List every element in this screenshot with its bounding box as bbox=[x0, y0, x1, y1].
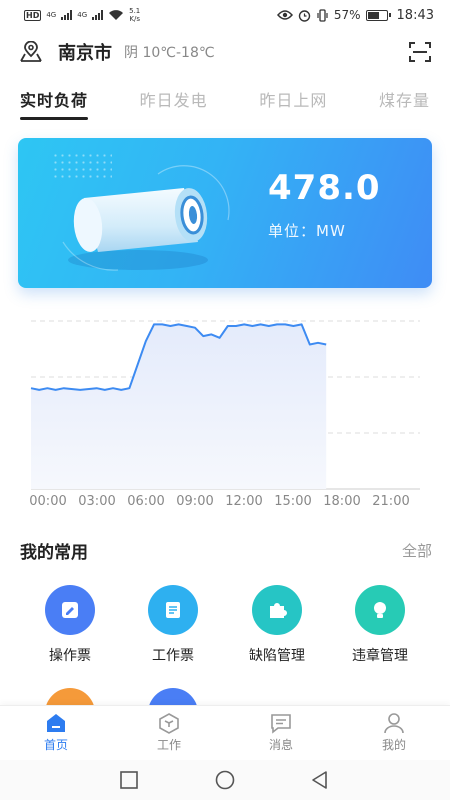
common-section-title: 我的常用 bbox=[20, 543, 88, 563]
load-unit: 单位：MW bbox=[268, 222, 346, 240]
eye-icon bbox=[276, 10, 293, 20]
nav-home-label: 首页 bbox=[43, 738, 68, 752]
shortcut-label: 工作票 bbox=[152, 648, 194, 664]
x-tick-label: 21:00 bbox=[372, 494, 410, 509]
shortcut-label: 操作票 bbox=[49, 648, 91, 664]
wifi-icon bbox=[109, 10, 124, 20]
x-tick-label: 12:00 bbox=[225, 494, 263, 509]
x-tick-label: 03:00 bbox=[78, 494, 116, 509]
battery-percent: 57% bbox=[333, 8, 361, 22]
net-speed-value: 5.1 bbox=[129, 7, 141, 15]
city-name[interactable]: 南京市 bbox=[58, 39, 112, 65]
net-speed: 5.1 K/s bbox=[129, 7, 140, 23]
signal-icon-2 bbox=[92, 10, 104, 20]
user-icon bbox=[384, 713, 404, 734]
alarm-icon bbox=[298, 9, 311, 22]
vibrate-icon bbox=[317, 8, 328, 22]
scan-icon[interactable] bbox=[408, 41, 432, 63]
nav-work-label: 工作 bbox=[156, 738, 181, 752]
status-right: 57% 18:43 bbox=[276, 7, 434, 23]
status-left: HD 4G 4G 5.1 K/s bbox=[24, 7, 140, 23]
x-tick-label: 15:00 bbox=[274, 494, 312, 509]
tab-yesterday-grid[interactable]: 昨日上网 bbox=[259, 82, 327, 120]
cube-icon bbox=[159, 713, 179, 734]
nav-messages[interactable]: 消息 bbox=[246, 712, 316, 753]
shortcut-icon-bg bbox=[355, 585, 405, 635]
load-value: 478.0 bbox=[268, 168, 381, 208]
bulb-icon bbox=[374, 602, 386, 618]
tab-yesterday-generation[interactable]: 昨日发电 bbox=[140, 82, 208, 120]
view-all-link[interactable]: 全部 bbox=[402, 540, 432, 561]
home-icon bbox=[47, 714, 65, 732]
battery-icon bbox=[365, 9, 391, 21]
recent-apps-icon[interactable] bbox=[119, 770, 139, 790]
back-triangle-icon[interactable] bbox=[310, 770, 330, 790]
shortcut-icon-bg bbox=[148, 585, 198, 635]
hd-badge: HD bbox=[24, 9, 42, 21]
weather-text: 阴 10℃-18℃ bbox=[124, 45, 215, 61]
nav-home[interactable]: 首页 bbox=[21, 712, 91, 753]
tab-coal-stock[interactable]: 煤存量 bbox=[379, 82, 430, 120]
puzzle-icon bbox=[270, 603, 287, 618]
network-type-2: 4G bbox=[77, 11, 88, 19]
home-circle-icon[interactable] bbox=[214, 770, 236, 790]
nav-messages-label: 消息 bbox=[268, 738, 293, 752]
net-speed-unit: K/s bbox=[129, 15, 140, 23]
nav-work[interactable]: 工作 bbox=[134, 712, 204, 753]
battery-illustration bbox=[62, 165, 230, 271]
tab-bar: 实时负荷 昨日发电 昨日上网 煤存量 bbox=[0, 82, 450, 122]
x-axis-labels: 00:00 03:00 06:00 09:00 12:00 15:00 18:00 21:00 bbox=[0, 494, 450, 514]
network-type-1: 4G bbox=[46, 11, 57, 19]
shortcut-defect-management[interactable]: 缺陷管理 bbox=[232, 585, 322, 665]
shortcut-work-ticket[interactable]: 工作票 bbox=[128, 585, 218, 665]
chart-area-fill bbox=[31, 324, 327, 489]
load-chart bbox=[30, 320, 420, 490]
x-tick-label: 18:00 bbox=[323, 494, 361, 509]
bottom-nav: 首页 工作 消息 我的 bbox=[0, 705, 450, 760]
shortcut-icon-bg bbox=[45, 585, 95, 635]
location-icon[interactable] bbox=[18, 41, 44, 63]
shortcut-label: 违章管理 bbox=[352, 648, 408, 664]
shortcut-grid: 操作票 工作票 缺陷管理 违章管理 bbox=[0, 585, 450, 675]
signal-icon-1 bbox=[61, 10, 73, 20]
pen-note-icon bbox=[62, 602, 78, 618]
shortcut-violation-management[interactable]: 违章管理 bbox=[335, 585, 425, 665]
status-bar: HD 4G 4G 5.1 K/s 57% 18:43 bbox=[0, 0, 450, 30]
nav-profile-label: 我的 bbox=[381, 738, 406, 752]
shortcut-operation-ticket[interactable]: 操作票 bbox=[25, 585, 115, 665]
clock: 18:43 bbox=[396, 7, 434, 23]
nav-profile[interactable]: 我的 bbox=[359, 712, 429, 753]
x-tick-label: 06:00 bbox=[127, 494, 165, 509]
system-nav-bar bbox=[0, 760, 450, 800]
tab-realtime-load[interactable]: 实时负荷 bbox=[20, 82, 89, 120]
header: 南京市 阴 10℃-18℃ bbox=[0, 30, 450, 74]
x-tick-label: 09:00 bbox=[176, 494, 214, 509]
shortcut-label: 缺陷管理 bbox=[249, 648, 305, 664]
message-icon bbox=[271, 714, 291, 734]
x-tick-label: 00:00 bbox=[29, 494, 67, 509]
shortcut-icon-bg bbox=[252, 585, 302, 635]
ticket-icon bbox=[166, 602, 180, 618]
load-card: 478.0 单位：MW bbox=[18, 138, 432, 288]
